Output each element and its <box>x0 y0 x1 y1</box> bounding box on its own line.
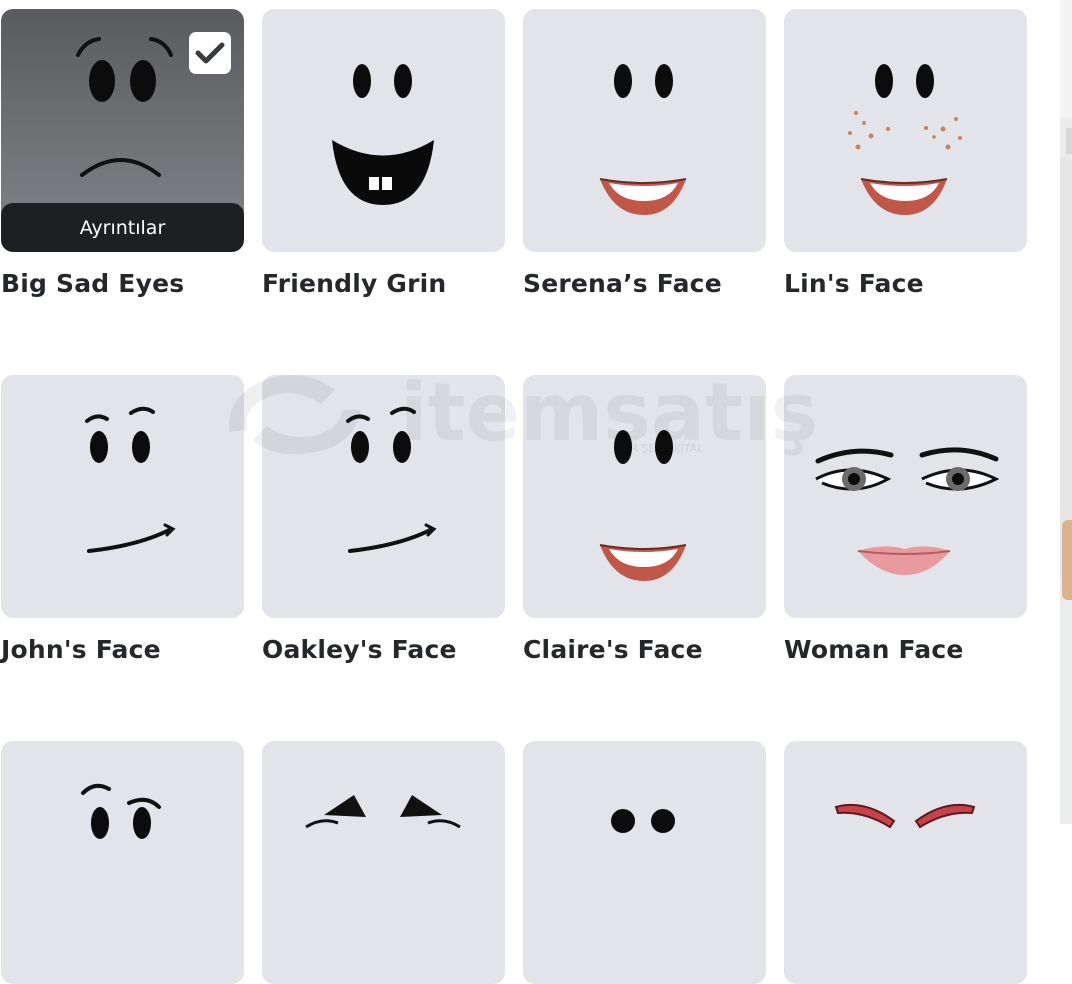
oakleys-face-icon <box>346 406 437 553</box>
item-card-row3-4[interactable] <box>784 741 1029 984</box>
raised-brows-face-icon <box>81 783 161 839</box>
item-card-row3-1[interactable] <box>1 741 246 984</box>
item-name[interactable]: Serena’s Face <box>523 269 768 298</box>
item-thumbnail[interactable] <box>262 741 505 984</box>
details-button[interactable]: Ayrıntılar <box>1 203 244 252</box>
item-thumbnail[interactable] <box>262 375 505 618</box>
item-thumbnail[interactable] <box>523 375 766 618</box>
side-panel-edge <box>1060 0 1072 824</box>
item-card-big-sad-eyes[interactable]: Ayrıntılar Big Sad Eyes <box>1 9 246 298</box>
woman-face-icon <box>815 447 1000 575</box>
item-thumbnail[interactable] <box>784 741 1027 984</box>
item-card-row3-3[interactable] <box>523 741 768 984</box>
checkmark-icon <box>195 42 225 64</box>
item-thumbnail[interactable]: Ayrıntılar <box>1 9 244 252</box>
item-name[interactable]: Claire's Face <box>523 635 768 664</box>
angry-brows-face-icon <box>305 795 461 829</box>
friendly-grin-face-icon <box>332 64 434 205</box>
item-thumbnail[interactable] <box>523 741 766 984</box>
serenas-face-icon <box>599 64 687 215</box>
item-card-claires-face[interactable]: Claire's Face <box>523 375 768 664</box>
dot-eyes-face-icon <box>611 809 675 833</box>
lins-face-icon <box>848 64 962 215</box>
item-thumbnail[interactable] <box>1 375 244 618</box>
selected-checkbox[interactable] <box>189 32 231 74</box>
item-name[interactable]: John's Face <box>1 635 246 664</box>
item-card-johns-face[interactable]: John's Face <box>1 375 246 664</box>
item-grid: Ayrıntılar Big Sad Eyes Friendly Grin Se… <box>0 0 1060 984</box>
item-name[interactable]: Oakley's Face <box>262 635 507 664</box>
item-thumbnail[interactable] <box>784 375 1027 618</box>
johns-face-icon <box>85 406 176 553</box>
item-thumbnail[interactable] <box>262 9 505 252</box>
item-thumbnail[interactable] <box>523 9 766 252</box>
item-card-lins-face[interactable]: Lin's Face <box>784 9 1029 298</box>
item-name[interactable]: Friendly Grin <box>262 269 507 298</box>
item-thumbnail[interactable] <box>784 9 1027 252</box>
red-brows-face-icon <box>834 803 976 829</box>
item-card-oakleys-face[interactable]: Oakley's Face <box>262 375 507 664</box>
item-card-friendly-grin[interactable]: Friendly Grin <box>262 9 507 298</box>
item-name[interactable]: Lin's Face <box>784 269 1029 298</box>
item-card-row3-2[interactable] <box>262 741 507 984</box>
item-thumbnail[interactable] <box>1 741 244 984</box>
item-card-woman-face[interactable]: Woman Face <box>784 375 1029 664</box>
item-name[interactable]: Big Sad Eyes <box>1 269 246 298</box>
item-card-serenas-face[interactable]: Serena’s Face <box>523 9 768 298</box>
claires-face-icon <box>599 430 687 581</box>
item-name[interactable]: Woman Face <box>784 635 1029 664</box>
